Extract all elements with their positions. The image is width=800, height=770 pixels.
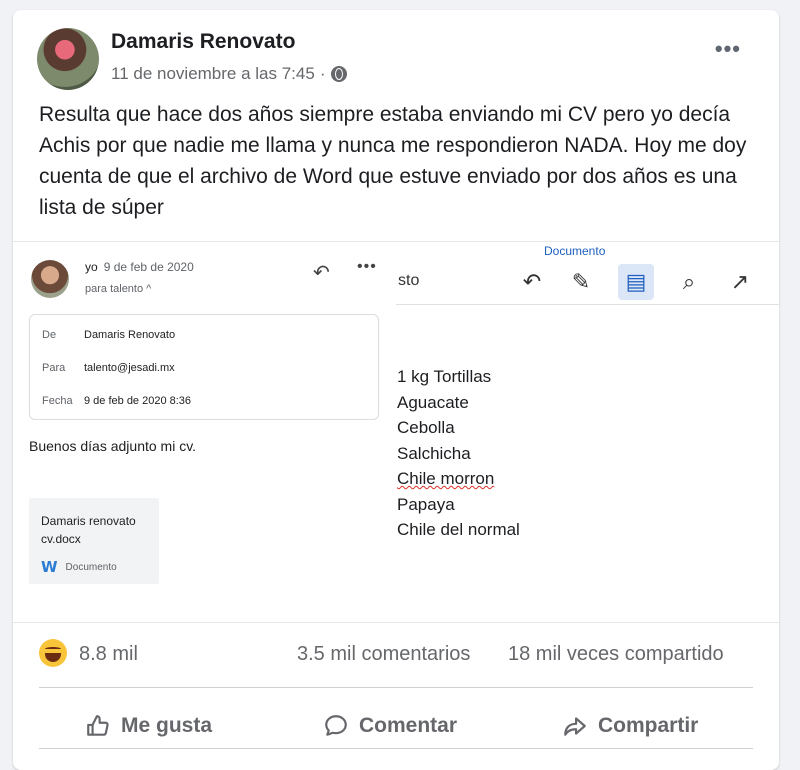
email-body: Buenos días adjunto mi cv. [29, 438, 197, 454]
attachment-type: W Documento [41, 558, 117, 576]
post-stats: 8.8 mil 3.5 mil comentarios 18 mil veces… [13, 635, 779, 675]
divider [39, 687, 753, 688]
email-from: yo 9 de feb de 2020 [85, 260, 194, 274]
detail-row-to: Para talento@jesadi.mx [42, 362, 175, 374]
email-details: De Damaris Renovato Para talento@jesadi.… [29, 314, 379, 420]
comment-button[interactable]: Comentar [323, 713, 457, 739]
more-options-icon[interactable]: ••• [715, 36, 741, 62]
detail-row-date: Fecha 9 de feb de 2020 8:36 [42, 395, 191, 407]
email-screenshot: yo 9 de feb de 2020 para talento ^ ↶ ••• … [13, 242, 396, 622]
email-more-icon: ••• [357, 258, 377, 275]
post-image[interactable]: yo 9 de feb de 2020 para talento ^ ↶ ••• … [13, 241, 779, 623]
email-to-label: para talento [85, 283, 144, 295]
word-icon: W [41, 558, 58, 576]
list-item: Cebolla [397, 418, 455, 437]
search-icon: ⌕ [682, 269, 696, 294]
document-screenshot: Documento sto ↶ ✎ ▤ ⌕ ↗ 1 kg Tortillas A… [396, 242, 779, 622]
comment-icon [325, 715, 347, 736]
list-item: 1 kg Tortillas [397, 367, 492, 386]
reply-icon: ↶ [313, 262, 330, 284]
author-name[interactable]: Damaris Renovato [111, 30, 295, 54]
comment-label: Comentar [359, 714, 458, 737]
post-card: Damaris Renovato 11 de noviembre a las 7… [13, 10, 779, 770]
email-date: 9 de feb de 2020 [103, 260, 194, 274]
share-icon: ↗ [730, 269, 750, 294]
thumbs-up-icon [87, 715, 109, 736]
toolbar-label: Documento [544, 244, 606, 258]
meta-separator: · [319, 64, 326, 83]
globe-icon[interactable] [330, 66, 347, 82]
toolbar-cut-text: sto [398, 272, 420, 289]
divider [39, 748, 753, 749]
list-item: Chile del normal [397, 520, 520, 539]
detail-label: De [42, 329, 57, 341]
shares-count[interactable]: 18 mil veces compartido [508, 643, 724, 666]
author-avatar[interactable] [37, 28, 99, 90]
post-meta: 11 de noviembre a las 7:45 · [111, 64, 347, 84]
document-toolbar: Documento sto ↶ ✎ ▤ ⌕ ↗ [396, 242, 779, 305]
post-text: Resulta que hace dos años siempre estaba… [39, 103, 747, 219]
list-item: Chile morron [397, 469, 495, 488]
share-label: Compartir [598, 714, 699, 737]
email-sender-avatar [31, 260, 69, 298]
attachment-card: Damaris renovato cv.docx W Documento [29, 498, 159, 584]
list-item: Aguacate [397, 392, 469, 412]
attachment-name: Damaris renovato cv.docx [41, 514, 136, 546]
detail-value: 9 de feb de 2020 8:36 [84, 395, 192, 407]
list-item: Salchicha [397, 443, 471, 463]
grocery-list: 1 kg Tortillas Aguacate Cebolla Salchich… [397, 364, 520, 543]
reactions-count[interactable]: 8.8 mil [79, 643, 138, 666]
attachment-type-label: Documento [65, 561, 117, 573]
undo-icon: ↶ [522, 269, 542, 294]
share-arrow-icon [564, 717, 586, 736]
haha-reaction-icon[interactable] [39, 639, 67, 667]
draw-icon: ✎ [571, 269, 591, 294]
document-view-icon: ▤ [618, 264, 654, 300]
email-from-name: yo [85, 260, 98, 274]
like-label: Me gusta [121, 714, 213, 737]
share-button[interactable]: Compartir [562, 713, 698, 739]
detail-value: Damaris Renovato [84, 329, 176, 341]
detail-label: Fecha [42, 395, 73, 407]
comments-count[interactable]: 3.5 mil comentarios [297, 643, 470, 666]
post-timestamp[interactable]: 11 de noviembre a las 7:45 [111, 64, 315, 84]
detail-label: Para [42, 362, 66, 374]
detail-row-from: De Damaris Renovato [42, 329, 175, 341]
detail-value: talento@jesadi.mx [84, 362, 175, 374]
list-item: Papaya [397, 494, 455, 514]
email-to: para talento ^ [85, 283, 151, 295]
like-button[interactable]: Me gusta [85, 713, 212, 739]
chevron-up-icon: ^ [146, 283, 152, 295]
